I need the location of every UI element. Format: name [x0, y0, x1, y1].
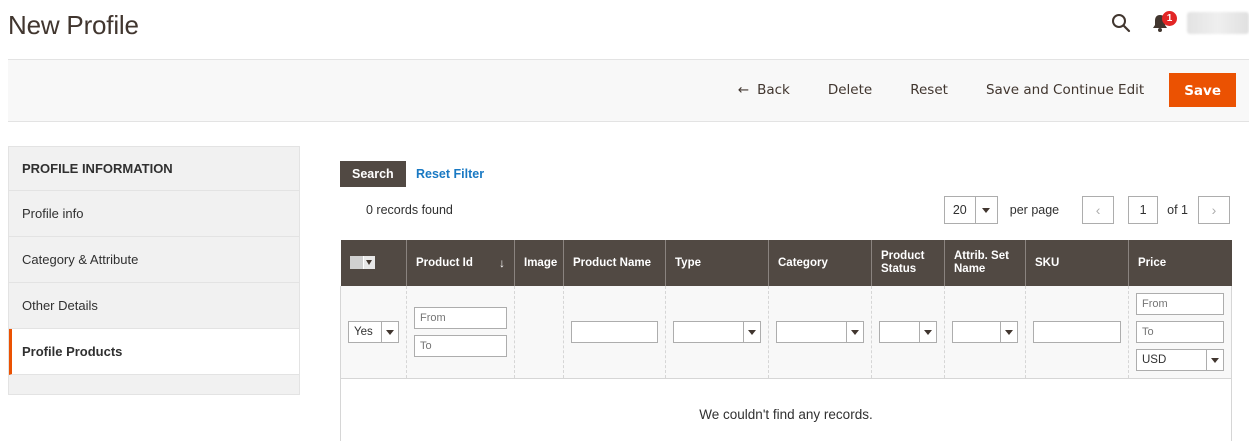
product-name-filter-input[interactable]: [571, 320, 658, 343]
save-button[interactable]: Save: [1169, 73, 1236, 107]
empty-message: We couldn't find any records.: [340, 378, 1232, 441]
save-and-continue-button[interactable]: Save and Continue Edit: [967, 73, 1163, 107]
mass-select-icon[interactable]: [349, 256, 375, 270]
back-label: Back: [757, 82, 790, 98]
sidebar-item-other-details[interactable]: Other Details: [9, 283, 299, 329]
header-icons: 1: [1111, 8, 1249, 38]
product-id-from-input[interactable]: [414, 306, 507, 329]
notification-badge: 1: [1162, 11, 1177, 26]
chevron-down-icon: [743, 321, 760, 342]
previous-page-button[interactable]: ‹: [1082, 196, 1115, 224]
grid-search-button[interactable]: Search: [340, 161, 406, 187]
search-icon[interactable]: [1111, 13, 1131, 33]
sidebar-item-profile-info[interactable]: Profile info: [9, 191, 299, 237]
profile-tabs-sidebar: PROFILE INFORMATION Profile info Categor…: [8, 146, 300, 395]
sidebar-item-category-attribute[interactable]: Category & Attribute: [9, 237, 299, 283]
arrow-left-icon: ←: [737, 82, 750, 98]
attrib-set-filter-select[interactable]: [952, 320, 1018, 343]
chevron-down-icon: [1000, 321, 1017, 342]
currency-value: USD: [1142, 353, 1167, 366]
page-total-label: of 1: [1167, 203, 1188, 217]
products-grid: Product Id ↓ Image Product Name Type Cate…: [340, 240, 1232, 441]
filter-price-cell: USD: [1128, 286, 1232, 379]
type-filter-select[interactable]: [673, 320, 761, 343]
per-page-select[interactable]: 20: [943, 196, 998, 224]
filter-product-name-cell: [563, 286, 666, 379]
back-button[interactable]: ← Back: [719, 73, 809, 107]
column-header-product-status[interactable]: Product Status: [871, 240, 945, 286]
page-actions-bar: ← Back Delete Reset Save and Continue Edi…: [8, 59, 1249, 122]
filter-type-cell: [665, 286, 769, 379]
column-header-product-id[interactable]: Product Id ↓: [406, 240, 515, 286]
reset-button[interactable]: Reset: [891, 73, 967, 107]
chevron-left-icon: ‹: [1095, 202, 1101, 218]
chevron-down-icon: [381, 321, 398, 342]
filter-image-cell: [514, 286, 564, 379]
grid-filter-row: Yes From To From To USD: [340, 286, 1232, 379]
product-status-filter-select[interactable]: [879, 320, 937, 343]
delete-button[interactable]: Delete: [809, 73, 891, 107]
sidebar-heading: PROFILE INFORMATION: [9, 147, 299, 191]
chevron-down-icon: [919, 321, 936, 342]
filter-category-cell: [768, 286, 872, 379]
column-header-product-name[interactable]: Product Name: [563, 240, 666, 286]
mass-select-header[interactable]: [340, 240, 407, 286]
next-page-button[interactable]: ›: [1198, 196, 1230, 224]
currency-select[interactable]: USD: [1136, 348, 1224, 371]
empty-row: We couldn't find any records.: [340, 378, 1232, 441]
filter-product-id-cell: [406, 286, 515, 379]
column-label: Product Id: [416, 256, 473, 269]
records-found-count: 0 records found: [366, 203, 453, 217]
column-header-image[interactable]: Image: [514, 240, 564, 286]
sort-arrow-icon: ↓: [499, 255, 505, 270]
sku-filter-input[interactable]: [1033, 320, 1121, 343]
notifications-icon[interactable]: 1: [1151, 11, 1177, 33]
chevron-down-icon: [1206, 349, 1223, 370]
chevron-down-icon: [846, 321, 863, 342]
mass-select-filter[interactable]: Yes: [348, 320, 399, 343]
mass-select-value: Yes: [354, 325, 373, 338]
price-from-input[interactable]: [1136, 292, 1224, 315]
page-title: New Profile: [8, 10, 139, 40]
column-header-category[interactable]: Category: [768, 240, 872, 286]
grid-header-row: Product Id ↓ Image Product Name Type Cate…: [340, 240, 1232, 286]
pager: 20 per page ‹ 1 of 1 ›: [943, 196, 1230, 224]
filter-sku-cell: [1025, 286, 1129, 379]
product-id-to-input[interactable]: [414, 334, 507, 357]
sidebar-item-profile-products[interactable]: Profile Products: [9, 329, 299, 375]
user-account-menu[interactable]: [1187, 12, 1249, 34]
reset-filter-link[interactable]: Reset Filter: [416, 167, 484, 181]
column-header-type[interactable]: Type: [665, 240, 769, 286]
chevron-down-icon[interactable]: [974, 197, 997, 223]
page-number-input[interactable]: 1: [1128, 196, 1159, 224]
column-header-sku[interactable]: SKU: [1025, 240, 1129, 286]
filter-product-status-cell: [871, 286, 945, 379]
column-header-price[interactable]: Price: [1128, 240, 1232, 286]
chevron-right-icon: ›: [1211, 202, 1217, 218]
category-filter-select[interactable]: [776, 320, 864, 343]
filter-mass-select-cell: Yes: [340, 286, 407, 379]
per-page-label: per page: [1009, 203, 1060, 217]
filter-attrib-set-cell: [944, 286, 1026, 379]
column-header-attrib-set-name[interactable]: Attrib. Set Name: [944, 240, 1026, 286]
price-to-input[interactable]: [1136, 320, 1224, 343]
per-page-value: 20: [952, 203, 967, 217]
